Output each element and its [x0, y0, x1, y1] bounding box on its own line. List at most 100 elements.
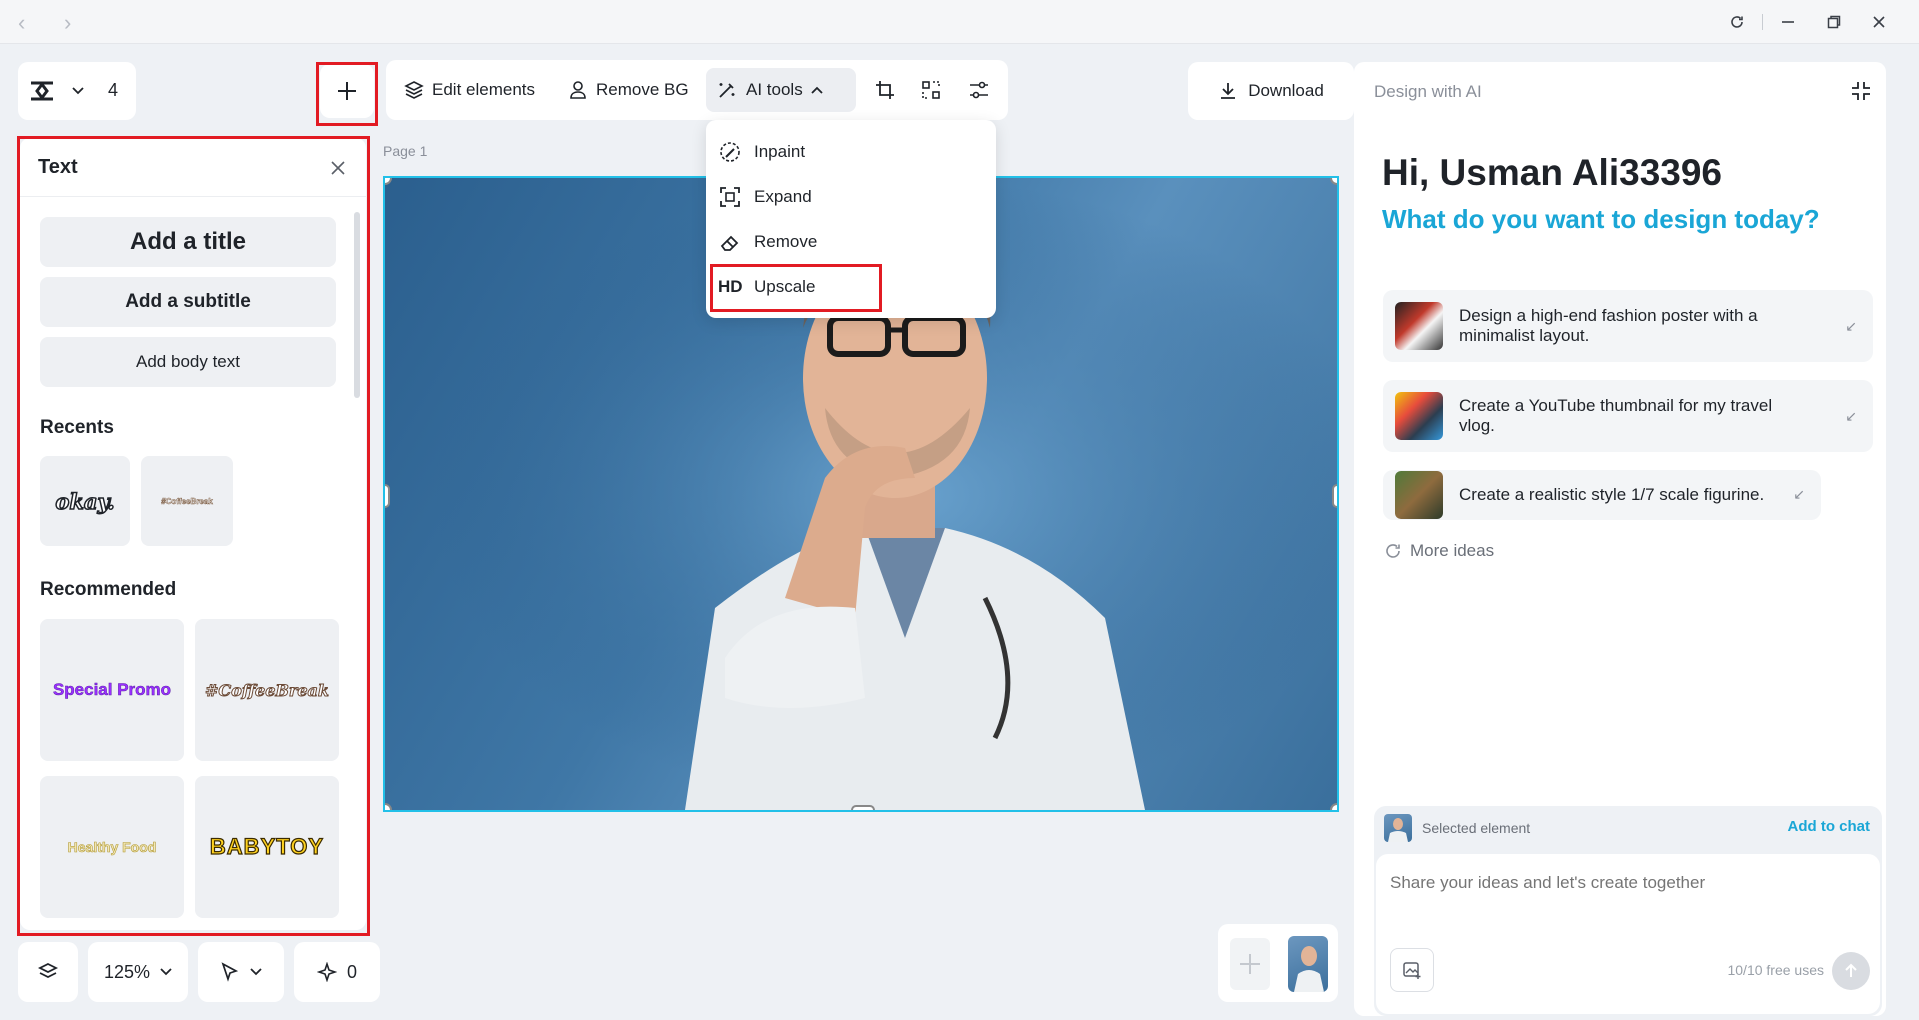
- idea-line: vlog.: [1459, 416, 1495, 435]
- greeting-title: Hi, Usman Ali33396: [1382, 152, 1723, 193]
- chevron-down-icon: [250, 968, 262, 976]
- download-button[interactable]: Download: [1188, 62, 1354, 120]
- collapse-icon[interactable]: [1850, 80, 1872, 102]
- titlebar-divider: [1762, 14, 1763, 30]
- chat-input[interactable]: [1390, 868, 1860, 898]
- idea-line: Design a high-end fashion poster with a: [1459, 306, 1758, 325]
- menu-item-inpaint[interactable]: Inpaint: [718, 132, 805, 172]
- idea-thumbnail: [1395, 392, 1443, 440]
- selected-element-thumbnail: [1384, 814, 1412, 842]
- remove-label: Remove: [754, 232, 818, 251]
- thumbnail-image: [1388, 818, 1408, 842]
- restore-icon[interactable]: [1819, 8, 1849, 36]
- remove-bg-button[interactable]: Remove BG: [568, 60, 689, 120]
- resize-handle[interactable]: [1330, 803, 1337, 810]
- chevron-up-icon: [811, 86, 823, 94]
- selected-element-label: Selected element: [1422, 820, 1531, 836]
- adjust-button[interactable]: [968, 60, 990, 120]
- idea-text: Create a YouTube thumbnail for my travel…: [1459, 396, 1772, 436]
- add-to-chat-button[interactable]: Add to chat: [1788, 818, 1871, 835]
- pointer-tool-dropdown[interactable]: [198, 942, 284, 1002]
- greeting-subtitle: What do you want to design today?: [1382, 204, 1820, 234]
- idea-line: Create a realistic style 1/7 scale figur…: [1459, 485, 1765, 504]
- cursor-icon: [221, 962, 239, 982]
- idea-line: minimalist layout.: [1459, 326, 1590, 345]
- chat-input-box: 10/10 free uses: [1376, 854, 1880, 1014]
- ai-tools-label: AI tools: [746, 80, 803, 99]
- more-ideas-button[interactable]: More ideas: [1384, 541, 1494, 561]
- sparkle-icon: [316, 962, 337, 982]
- idea-line: Create a YouTube thumbnail for my travel: [1459, 396, 1773, 415]
- zoom-dropdown[interactable]: 125%: [88, 942, 188, 1002]
- idea-thumbnail: [1395, 302, 1443, 350]
- ai-panel-header: Design with AI: [1374, 82, 1482, 101]
- resize-handle[interactable]: [385, 484, 390, 508]
- flip-icon: [922, 81, 940, 99]
- idea-text: Create a realistic style 1/7 scale figur…: [1459, 485, 1764, 505]
- ai-tools-button[interactable]: AI tools: [706, 68, 856, 112]
- image-upload-icon: [1403, 962, 1421, 979]
- forward-arrow-icon[interactable]: ›: [64, 10, 71, 36]
- plus-icon: [1240, 954, 1260, 974]
- idea-card-fashion-poster[interactable]: Design a high-end fashion poster with am…: [1383, 290, 1873, 362]
- app-logo-icon: [31, 81, 53, 101]
- back-arrow-icon[interactable]: ‹: [18, 10, 25, 36]
- magic-wand-icon: [719, 83, 735, 98]
- layers-button[interactable]: [18, 942, 78, 1002]
- chevron-down-icon[interactable]: [72, 86, 84, 96]
- resize-handle[interactable]: [851, 805, 875, 810]
- minimize-icon[interactable]: [1773, 8, 1803, 36]
- inpaint-label: Inpaint: [754, 142, 806, 161]
- idea-text: Design a high-end fashion poster with am…: [1459, 306, 1758, 346]
- eraser-icon: [720, 235, 739, 251]
- send-button[interactable]: [1832, 952, 1870, 990]
- expand-label: Expand: [754, 187, 812, 206]
- page-label: Page 1: [383, 143, 428, 159]
- window-titlebar: ‹ ›: [0, 0, 1919, 44]
- layers-icon: [404, 81, 424, 99]
- zoom-value: 125%: [103, 961, 151, 982]
- close-window-icon[interactable]: [1864, 8, 1894, 36]
- more-ideas-label: More ideas: [1410, 541, 1495, 560]
- free-uses-label: 10/10 free uses: [1727, 962, 1824, 978]
- edit-elements-label: Edit elements: [432, 80, 535, 99]
- highlight-upscale: [710, 264, 882, 312]
- arrow-up-icon: [1845, 963, 1857, 977]
- insert-arrow-icon: ↙: [1793, 486, 1805, 502]
- logo-card: 4: [18, 62, 136, 120]
- idea-thumbnail: [1395, 471, 1443, 519]
- refresh-icon: [1386, 544, 1400, 558]
- idea-card-youtube-thumbnail[interactable]: Create a YouTube thumbnail for my travel…: [1383, 380, 1873, 452]
- reload-icon[interactable]: [1722, 8, 1752, 36]
- add-page-button[interactable]: [1230, 938, 1270, 990]
- insert-arrow-icon: ↙: [1845, 408, 1857, 424]
- person-icon: [570, 81, 586, 99]
- layers-icon: [37, 962, 59, 979]
- flip-button[interactable]: [920, 60, 942, 120]
- attach-image-button[interactable]: [1390, 948, 1434, 992]
- chat-composer: Selected element Add to chat 10/10 free …: [1374, 806, 1882, 1016]
- idea-card-figurine[interactable]: Create a realistic style 1/7 scale figur…: [1383, 470, 1821, 520]
- menu-item-expand[interactable]: Expand: [718, 177, 812, 217]
- insert-arrow-icon: ↙: [1845, 318, 1857, 334]
- highlight-text-panel: [17, 136, 370, 936]
- edit-elements-button[interactable]: Edit elements: [404, 60, 535, 120]
- thumbnail-image: [1294, 946, 1324, 992]
- crop-button[interactable]: [874, 60, 896, 120]
- main-toolbar: Edit elements Remove BG AI tools: [386, 60, 1008, 120]
- highlight-add-button: [316, 62, 378, 126]
- chevron-down-icon: [160, 968, 172, 976]
- page-thumbnails: [1218, 924, 1338, 1002]
- crop-icon: [876, 81, 894, 99]
- sliders-icon: [970, 81, 988, 99]
- inpaint-icon: [720, 142, 740, 162]
- credits-button[interactable]: 0: [294, 942, 380, 1002]
- page-count: 4: [108, 80, 119, 100]
- resize-handle[interactable]: [1332, 484, 1337, 508]
- download-icon: [1221, 83, 1236, 99]
- remove-bg-label: Remove BG: [596, 80, 689, 99]
- download-label: Download: [1248, 81, 1324, 100]
- page-thumbnail[interactable]: [1288, 936, 1328, 992]
- expand-icon: [720, 187, 740, 207]
- menu-item-remove[interactable]: Remove: [718, 222, 817, 262]
